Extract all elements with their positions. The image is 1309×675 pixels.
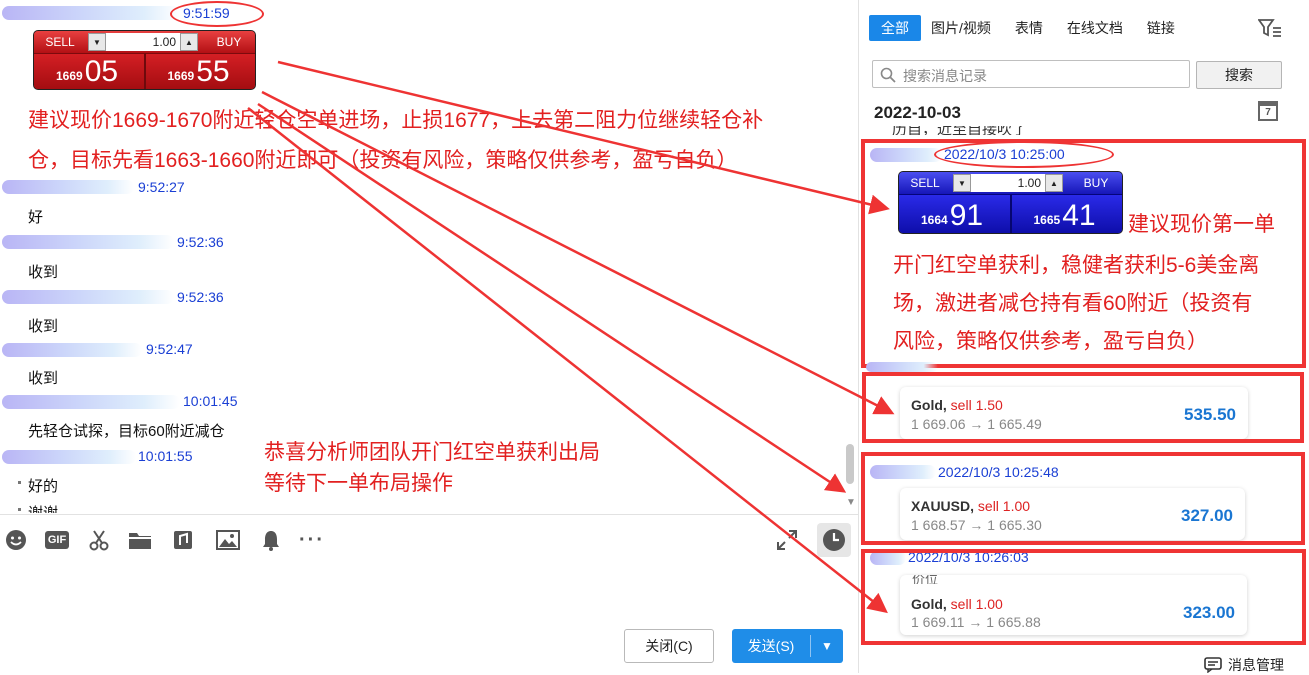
message-manage-link[interactable]: 消息管理 [1204,655,1284,675]
sell-price[interactable]: 1669 05 [34,53,146,89]
chevron-down-icon[interactable]: ▼ [811,639,843,653]
buy-label[interactable]: BUY [203,35,255,49]
highlight-oval [170,1,264,27]
gif-icon[interactable]: GIF [44,527,70,553]
sender-name-blurred [2,235,174,249]
message-time: 10:01:45 [183,393,238,409]
bell-icon[interactable] [258,527,284,553]
message-text: 好的 [28,478,59,495]
advice-annotation-line2: 仓，目标先看1663-1660附近即可（投资有风险，策略仅供参考，盈亏自负） [28,149,738,172]
calendar-icon[interactable]: 7 [1258,101,1278,121]
search-placeholder: 搜索消息记录 [903,68,987,84]
sender-name-blurred [866,362,938,372]
message-manage-icon [1204,657,1222,673]
highlight-box [861,139,1306,368]
message-time: 9:52:36 [177,234,224,250]
sender-name-blurred [2,290,174,304]
image-icon[interactable] [215,527,241,553]
folder-icon[interactable] [127,527,153,553]
sell-label[interactable]: SELL [34,35,86,49]
message-text: 收到 [28,370,59,387]
search-icon [880,67,896,83]
tab-all[interactable]: 全部 [869,15,921,41]
more-icon[interactable]: ··· [299,527,325,553]
advice-annotation-line1: 建议现价1669-1670附近轻仓空单进场，止损1677，上去第二阻力位继续轻仓… [28,109,764,132]
message-text: 好 [28,209,44,226]
arrow-to-card-1 [261,90,895,415]
search-input[interactable]: 搜索消息记录 [872,60,1190,88]
send-button[interactable]: 发送(S) ▼ [732,629,843,663]
sender-name-blurred [2,180,134,194]
message-text: 收到 [28,318,59,335]
sender-name-blurred [2,395,180,409]
message-time: 9:52:36 [177,289,224,305]
history-tabs: 全部 图片/视频 表情 在线文档 链接 [869,15,1199,41]
music-icon[interactable] [170,527,196,553]
scissors-icon[interactable] [86,527,112,553]
cut-message: 历自，近至自接吹了 [892,126,1028,135]
tab-images-videos[interactable]: 图片/视频 [931,15,991,41]
panel-divider [858,0,859,673]
quantity-stepper[interactable]: ▼ 1.00 ▲ [88,33,198,51]
message-time: 9:52:47 [146,341,193,357]
trade-widget[interactable]: SELL ▼ 1.00 ▲ BUY 1669 05 1669 55 [34,31,255,89]
message-time: 10:01:55 [138,448,193,464]
chevron-down-icon[interactable]: ▼ [88,33,106,51]
message-time: 9:52:27 [138,179,185,195]
clock-icon[interactable] [817,523,851,557]
chat-scrollbar[interactable] [846,444,854,484]
message-text: 先轻仓试探，目标60附近减仓 [28,423,225,440]
highlight-box [862,372,1304,443]
filter-icon[interactable] [1257,18,1282,43]
scroll-down-icon[interactable]: ▼ [846,497,856,508]
send-label[interactable]: 发送(S) [732,636,810,656]
tab-stickers[interactable]: 表情 [1015,15,1043,41]
tab-online-docs[interactable]: 在线文档 [1067,15,1123,41]
congrats-annotation-line2: 等待下一单布局操作 [264,472,453,495]
sender-name-blurred [2,6,180,20]
sender-name-blurred [2,450,136,464]
arrow-to-widget [277,60,890,215]
expand-icon[interactable] [774,527,800,553]
close-button[interactable]: 关闭(C) [624,629,714,663]
history-date: 2022-10-03 [874,103,961,122]
quantity-value[interactable]: 1.00 [106,35,180,49]
buy-price[interactable]: 1669 55 [145,53,255,89]
congrats-annotation-line1: 恭喜分析师团队开门红空单获利出局 [264,441,600,464]
chevron-up-icon[interactable]: ▲ [180,33,198,51]
tab-links[interactable]: 链接 [1147,15,1175,41]
bullet-dot [18,481,21,484]
search-button[interactable]: 搜索 [1196,61,1282,89]
highlight-box [861,452,1305,545]
partial-message: 谢谢 [0,500,840,513]
input-divider [0,514,858,515]
message-text: 收到 [28,264,59,281]
sender-name-blurred [2,343,142,357]
emoji-icon[interactable] [3,527,29,553]
highlight-box [861,549,1306,645]
